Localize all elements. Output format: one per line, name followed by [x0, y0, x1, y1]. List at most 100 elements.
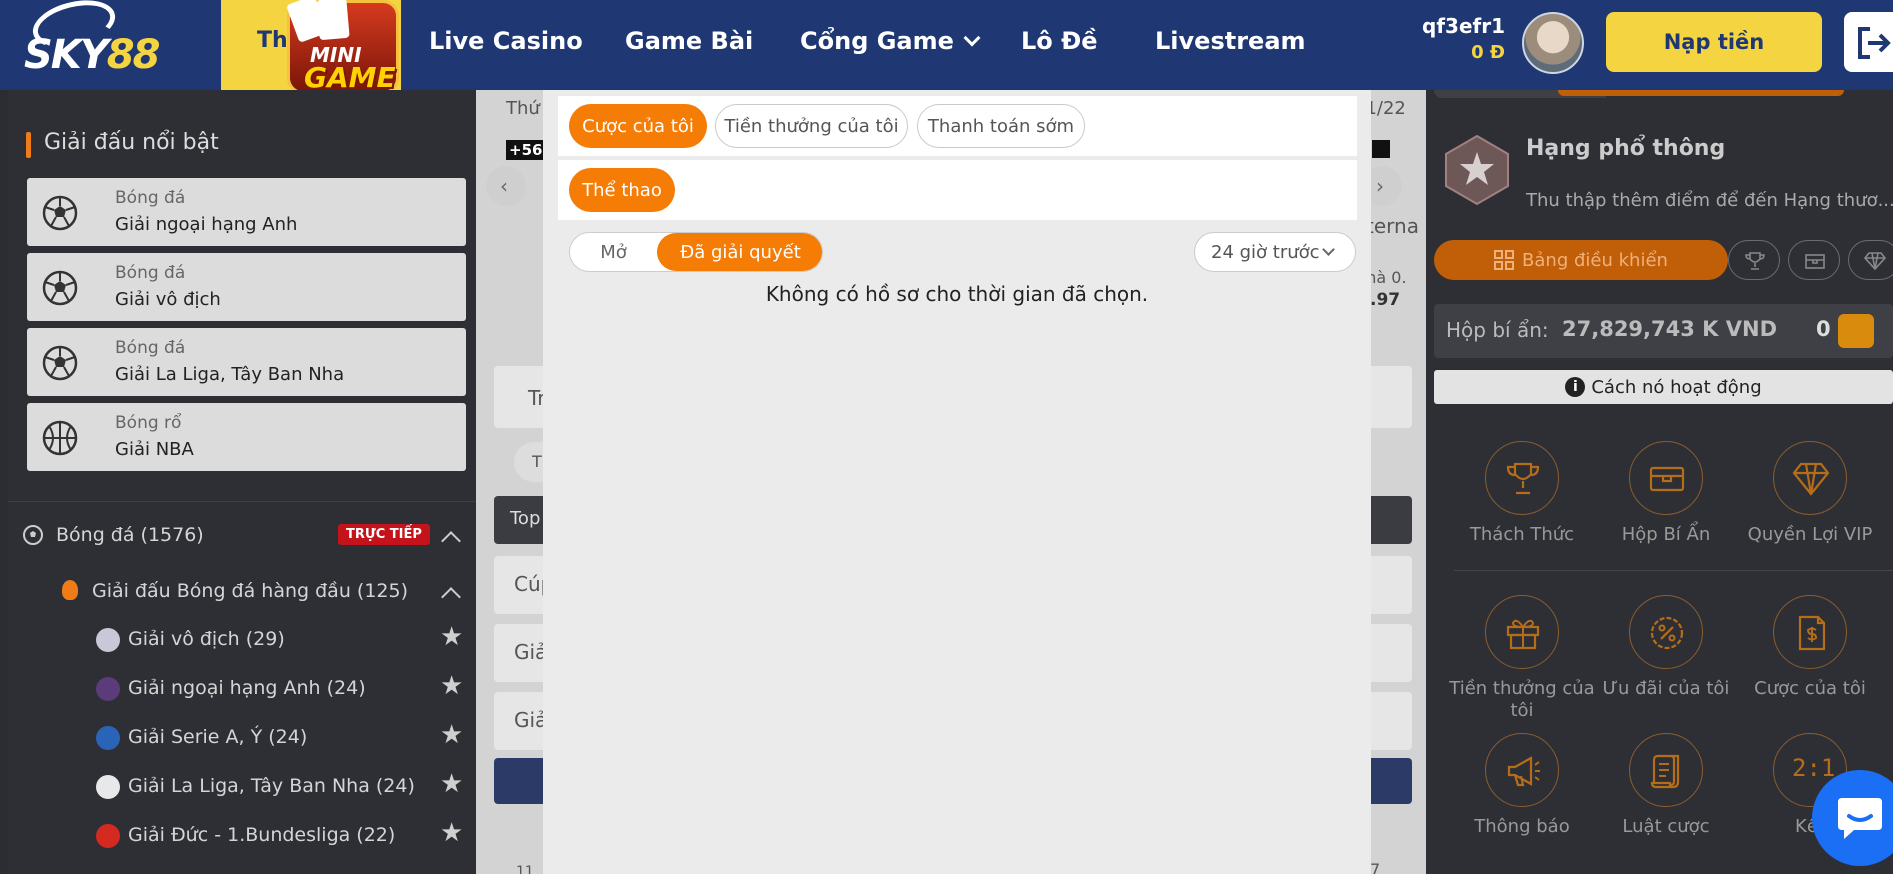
my-bets-label: Cược của tôi [1754, 678, 1866, 699]
peek-text: Top [510, 508, 541, 529]
featured-league-card[interactable]: Bóng đá Giải La Liga, Tây Ban Nha [27, 328, 466, 396]
mystery-box-amount: 27,829,743 K VND [1562, 317, 1778, 341]
league-item[interactable]: Giải vô địch (29) [128, 628, 285, 650]
challenges-shortcut[interactable] [1728, 240, 1780, 280]
right-panel: Hạng phổ thông Thu thập thêm điểm để đến… [1426, 90, 1893, 874]
username: qf3efr1 [1422, 14, 1505, 38]
sky88-logo[interactable]: SKY88 [18, 0, 160, 88]
featured-leagues-title: Giải đấu nổi bật [26, 130, 219, 158]
league-item[interactable]: Giải Serie A, Ý (24) [128, 726, 307, 748]
empty-state-message: Không có hồ sơ cho thời gian đã chọn. [765, 282, 1149, 306]
logout-button[interactable] [1844, 12, 1893, 72]
chevron-down-icon [1322, 243, 1335, 256]
mystery-box-button[interactable] [1629, 441, 1703, 515]
my-bonuses-label: Tiền thưởng của tôi [1449, 678, 1595, 721]
time-filter-dropdown[interactable]: 24 giờ trước [1194, 232, 1356, 272]
top-leagues-group[interactable]: Giải đấu Bóng đá hàng đầu (125) [92, 580, 408, 602]
favorite-star-icon[interactable]: ★ [440, 671, 463, 701]
info-icon: i [1565, 377, 1586, 397]
featured-sport: Bóng đá [115, 338, 186, 358]
fire-icon [62, 580, 78, 600]
status-open[interactable]: Mở [570, 233, 657, 271]
favorite-star-icon[interactable]: ★ [440, 622, 463, 652]
grid-icon [1494, 250, 1515, 270]
rank-subtitle: Thu thập thêm điểm để đến Hạng thươ... [1526, 190, 1893, 211]
nav-live-casino[interactable]: Live Casino [429, 27, 583, 55]
deposit-button[interactable]: Nạp tiền [1606, 12, 1822, 72]
featured-league: Giải NBA [115, 439, 194, 460]
user-info[interactable]: qf3efr1 0 Đ [1422, 14, 1505, 63]
nav-cong-game[interactable]: Cổng Game [800, 27, 981, 55]
treasure-chest-icon[interactable] [1838, 314, 1874, 348]
challenges-button[interactable] [1485, 441, 1559, 515]
peek-text: 7 [1370, 860, 1381, 874]
tab-my-bonuses[interactable]: Tiền thưởng của tôi [715, 104, 908, 148]
mystery-box-shortcut[interactable] [1788, 240, 1840, 280]
chat-bubble-icon [1838, 798, 1882, 839]
divider [1454, 570, 1893, 571]
featured-sport: Bóng rổ [115, 413, 182, 433]
top-navigation-bar: SKY88 Th MINI GAME Live Casino Game Bài … [0, 0, 1893, 94]
rank-badge-icon [1445, 134, 1509, 206]
soccer-group[interactable]: Bóng đá (1576) [56, 524, 204, 546]
favorite-star-icon[interactable]: ★ [440, 720, 463, 750]
diamond-icon [1792, 462, 1830, 496]
soccer-ball-icon [42, 345, 78, 381]
favorite-star-icon[interactable]: ★ [440, 769, 463, 799]
notifications-button[interactable] [1485, 733, 1559, 807]
challenges-label: Thách Thức [1469, 524, 1575, 545]
how-it-works-button[interactable]: i Cách nó hoạt động [1434, 370, 1893, 404]
league-item[interactable]: Giải La Liga, Tây Ban Nha (24) [128, 775, 415, 797]
league-flag-icon [96, 726, 120, 750]
modal-tab-row: Cược của tôi Tiền thưởng của tôi Thanh t… [558, 96, 1357, 156]
league-item[interactable]: Giải ngoại hạng Anh (24) [128, 677, 366, 699]
diamond-icon [1864, 252, 1886, 271]
divider [8, 501, 476, 502]
peek-badge: +56 [506, 140, 546, 160]
mystery-box-label: Hộp Bí Ẩn [1621, 524, 1711, 545]
peek-text: 11 [516, 864, 534, 874]
nav-livestream[interactable]: Livestream [1155, 27, 1306, 55]
ratio-icon: 2:1 [1792, 754, 1836, 782]
mini-game-button[interactable]: MINI GAME [283, 0, 407, 98]
tab-my-bets[interactable]: Cược của tôi [569, 104, 707, 148]
peek-text: terna [1366, 214, 1419, 238]
chevron-right-icon: › [1376, 174, 1384, 198]
nav-cong-game-label: Cổng Game [800, 27, 954, 55]
bet-rules-button[interactable] [1629, 733, 1703, 807]
filter-sports[interactable]: Thể thao [569, 168, 675, 212]
my-offers-button[interactable] [1629, 595, 1703, 669]
rank-title: Hạng phổ thông [1526, 136, 1726, 161]
tab-early-payout[interactable]: Thanh toán sớm [917, 104, 1085, 148]
nav-lo-de[interactable]: Lô Đề [1021, 27, 1098, 55]
megaphone-icon [1507, 756, 1540, 787]
nav-game-bai[interactable]: Game Bài [625, 27, 753, 55]
league-flag-icon [96, 824, 120, 848]
how-it-works-label: Cách nó hoạt động [1591, 376, 1762, 398]
my-offers-label: Ưu đãi của tôi [1602, 678, 1730, 699]
my-bets-button[interactable] [1773, 595, 1847, 669]
notifications-label: Thông báo [1474, 816, 1570, 837]
my-bets-modal: Cược của tôi Tiền thưởng của tôi Thanh t… [543, 90, 1371, 874]
dashboard-label: Bảng điều khiển [1522, 249, 1668, 271]
chevron-up-icon[interactable] [441, 587, 461, 607]
featured-league-card[interactable]: Bóng đá Giải vô địch [27, 253, 466, 321]
box-icon [1805, 254, 1825, 269]
chevron-up-icon[interactable] [441, 531, 461, 551]
featured-league-card[interactable]: Bóng đá Giải ngoại hạng Anh [27, 178, 466, 246]
featured-sport: Bóng đá [115, 188, 186, 208]
mystery-box-label: Hộp bí ẩn: [1446, 318, 1549, 342]
mini-game-badge: MINI GAME [286, 0, 399, 94]
favorite-star-icon[interactable]: ★ [440, 818, 463, 848]
my-bonuses-button[interactable] [1485, 595, 1559, 669]
dashboard-button[interactable]: Bảng điều khiển [1434, 240, 1728, 280]
featured-league: Giải La Liga, Tây Ban Nha [115, 364, 345, 385]
avatar[interactable] [1522, 12, 1584, 74]
featured-league: Giải vô địch [115, 289, 221, 310]
vip-benefits-button[interactable] [1773, 441, 1847, 515]
bet-slip-icon [1798, 615, 1826, 651]
featured-league-card[interactable]: Bóng rổ Giải NBA [27, 403, 466, 471]
status-settled[interactable]: Đã giải quyết [657, 233, 822, 271]
league-item[interactable]: Giải Đức - 1.Bundesliga (22) [128, 824, 395, 846]
vip-shortcut[interactable] [1848, 240, 1893, 280]
